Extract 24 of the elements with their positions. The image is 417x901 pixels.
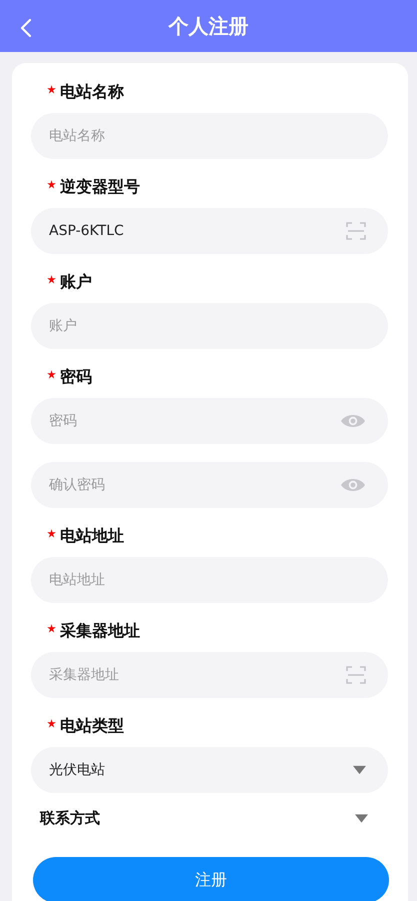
field-label: 账户: [60, 272, 92, 292]
caret-icon: [355, 814, 368, 822]
field-label: 采集器地址: [60, 620, 140, 642]
caret-icon[interactable]: [353, 766, 366, 774]
input-field[interactable]: 电站地址: [31, 557, 388, 603]
field-label: 电站名称: [60, 82, 124, 102]
field-label: 电站地址: [60, 526, 124, 546]
input-field[interactable]: 账户: [31, 303, 388, 349]
back-icon[interactable]: [20, 18, 32, 38]
input-field[interactable]: 密码: [31, 398, 388, 444]
input-field[interactable]: 确认密码: [31, 462, 388, 508]
input-field[interactable]: 电站名称: [31, 113, 388, 159]
input-field[interactable]: ASP-6KTLC: [31, 208, 388, 254]
field-label: 电站类型: [60, 716, 124, 736]
select-field[interactable]: 光伏电站: [31, 747, 388, 793]
field-label: 逆变器型号: [60, 176, 140, 198]
scan-icon[interactable]: [346, 221, 366, 241]
scan-icon[interactable]: [346, 665, 366, 685]
field-label: 密码: [60, 366, 92, 388]
input-field[interactable]: 采集器地址: [31, 652, 388, 698]
eye-icon[interactable]: [340, 477, 366, 493]
eye-icon[interactable]: [340, 413, 366, 429]
page-title: 个人注册: [168, 12, 248, 40]
contact-toggle[interactable]: 联系方式: [31, 807, 388, 829]
